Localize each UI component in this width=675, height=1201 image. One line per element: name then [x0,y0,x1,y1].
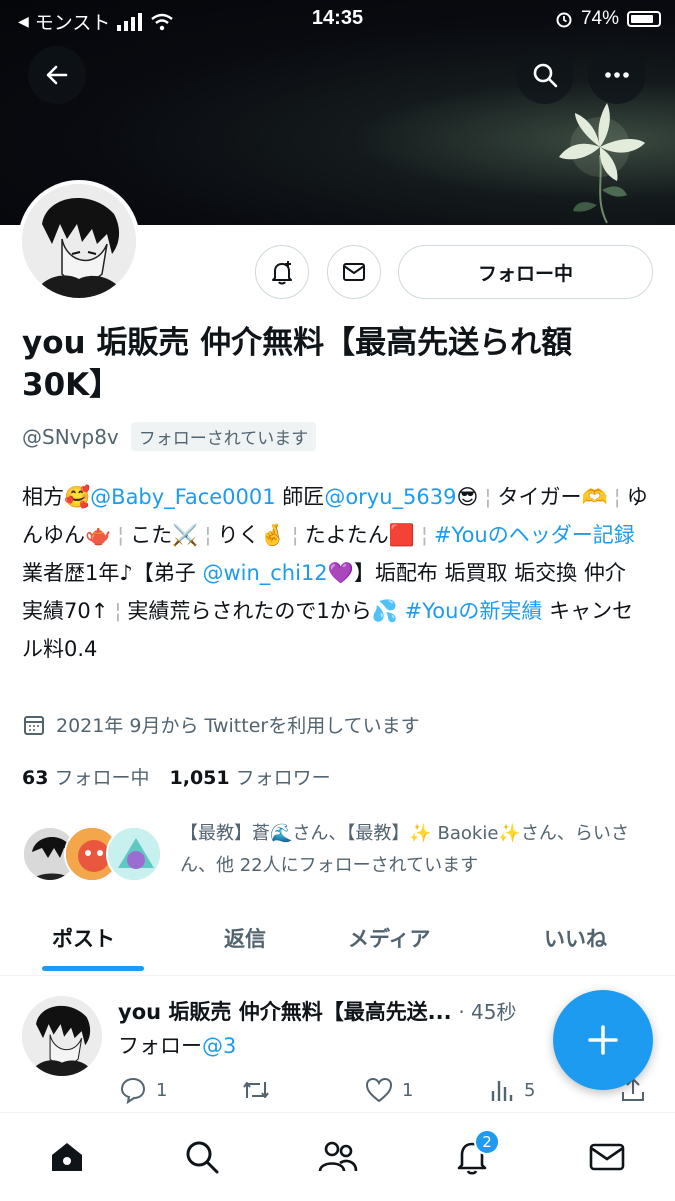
alarm-icon [556,12,572,28]
bio-text: たよたん🟥 [304,523,415,547]
message-button[interactable] [327,245,381,299]
following-button[interactable]: フォロー中 [398,245,653,299]
separator: ¦ [420,523,428,547]
separator: ¦ [117,523,125,547]
tab-replies[interactable]: 返信 [224,923,266,953]
bio-text: 師匠 [275,485,325,509]
home-icon [52,1143,82,1171]
post-author: you 垢販売 仲介無料【最高先送... [118,1000,452,1024]
calendar-icon [24,715,44,735]
search-button[interactable] [516,46,574,104]
separator: ¦ [484,485,492,509]
flower-illustration [559,103,645,224]
back-arrow-icon [46,65,68,85]
nav-notifications[interactable]: 2 [450,1129,500,1179]
tab-likes[interactable]: いいね [544,923,607,953]
heart-icon [365,1077,393,1103]
separator: ¦ [291,523,299,547]
profile-name: you 垢販売 仲介無料【最高先送られ額 30K】 [22,325,573,403]
post-avatar[interactable] [22,996,102,1076]
search-icon [186,1141,219,1174]
followers-stat[interactable]: 1,051 フォロワー [170,763,331,790]
views-icon [491,1081,513,1101]
compose-post-button[interactable] [553,990,653,1090]
tab-posts[interactable]: ポスト [52,923,115,953]
bio-mention-win-chi[interactable]: @win_chi12 [202,561,327,585]
reply-icon [120,1077,146,1104]
bio-text: 業者歴1年♪【弟子 [22,561,203,585]
known-followers-text: 【最教】蒼🌊さん、【最教】✨ Baokie✨さん、らいさん、他 22人にフォロー… [180,823,629,876]
post-body: フォロー@3 [118,1030,236,1060]
bio-mention-baby-face[interactable]: @Baby_Face0001 [90,485,275,509]
follow-stats: 63 フォロー中 1,051 フォロワー [22,763,331,790]
bio-text: 実績荒らされたので1から💦 [127,599,405,623]
follows-you-badge: フォローされています [130,422,317,451]
bio-hashtag-header[interactable]: #Youのヘッダー記録 [434,523,635,547]
like-action[interactable]: 1 [364,1076,413,1104]
envelope-icon [589,1143,625,1171]
bio-text: こた⚔️ [130,523,199,547]
more-dots-icon [605,72,629,78]
nav-search[interactable] [180,1135,224,1179]
bio-mention-oryu[interactable]: @oryu_5639 [324,485,456,509]
bio-text: タイガー🫶 [497,485,608,509]
following-stat[interactable]: 63 フォロー中 [22,763,150,790]
nav-home[interactable] [45,1135,89,1179]
separator: ¦ [114,599,122,623]
views-action[interactable]: 5 [488,1076,535,1104]
separator: ¦ [204,523,212,547]
bio-text: 相方🥰 [22,485,91,509]
profile-avatar[interactable] [18,180,140,302]
bio-text: りく🤞 [217,523,286,547]
nav-communities[interactable] [316,1135,360,1179]
joined-date: 2021年 9月から Twitterを利用しています [22,711,420,738]
bio-hashtag-achievements[interactable]: #Youの新実績 [405,599,543,623]
post-time: · 45秒 [458,1000,517,1024]
battery-icon [627,11,661,27]
joined-text: 2021年 9月から Twitterを利用しています [56,715,420,737]
notification-badge: 2 [474,1129,500,1155]
reply-action[interactable]: 1 [118,1076,167,1104]
battery-percent: 74% [580,8,619,29]
bell-plus-icon [272,261,292,285]
back-button[interactable] [28,46,86,104]
avatar-illustration [22,184,136,298]
communities-icon [318,1141,358,1172]
separator: ¦ [613,485,621,509]
known-followers[interactable]: 【最教】蒼🌊さん、【最教】✨ Baokie✨さん、らいさん、他 22人にフォロー… [22,818,662,888]
nav-messages[interactable] [585,1135,629,1179]
repost-icon [243,1082,269,1098]
post-mention[interactable]: @3 [202,1034,236,1058]
bottom-navigation: 2 [0,1112,675,1201]
plus-icon [588,1025,618,1055]
more-options-button[interactable] [588,46,646,104]
notify-button[interactable] [255,245,309,299]
post-text: フォロー [118,1034,202,1058]
status-bar: ◀ モンスト 14:35 74% [0,0,675,38]
known-follower-avatar [106,826,162,882]
profile-handle: @SNvp8v [22,424,119,449]
repost-action[interactable] [240,1076,272,1104]
search-icon [533,63,558,88]
profile-bio: 相方🥰@Baby_Face0001 師匠@oryu_5639😎 ¦ タイガー🫶 ¦ ゆん… [22,478,652,668]
active-tab-indicator [42,966,144,971]
tab-media[interactable]: メディア [348,923,431,953]
envelope-icon [343,263,365,281]
bio-text: 😎 [456,485,479,509]
